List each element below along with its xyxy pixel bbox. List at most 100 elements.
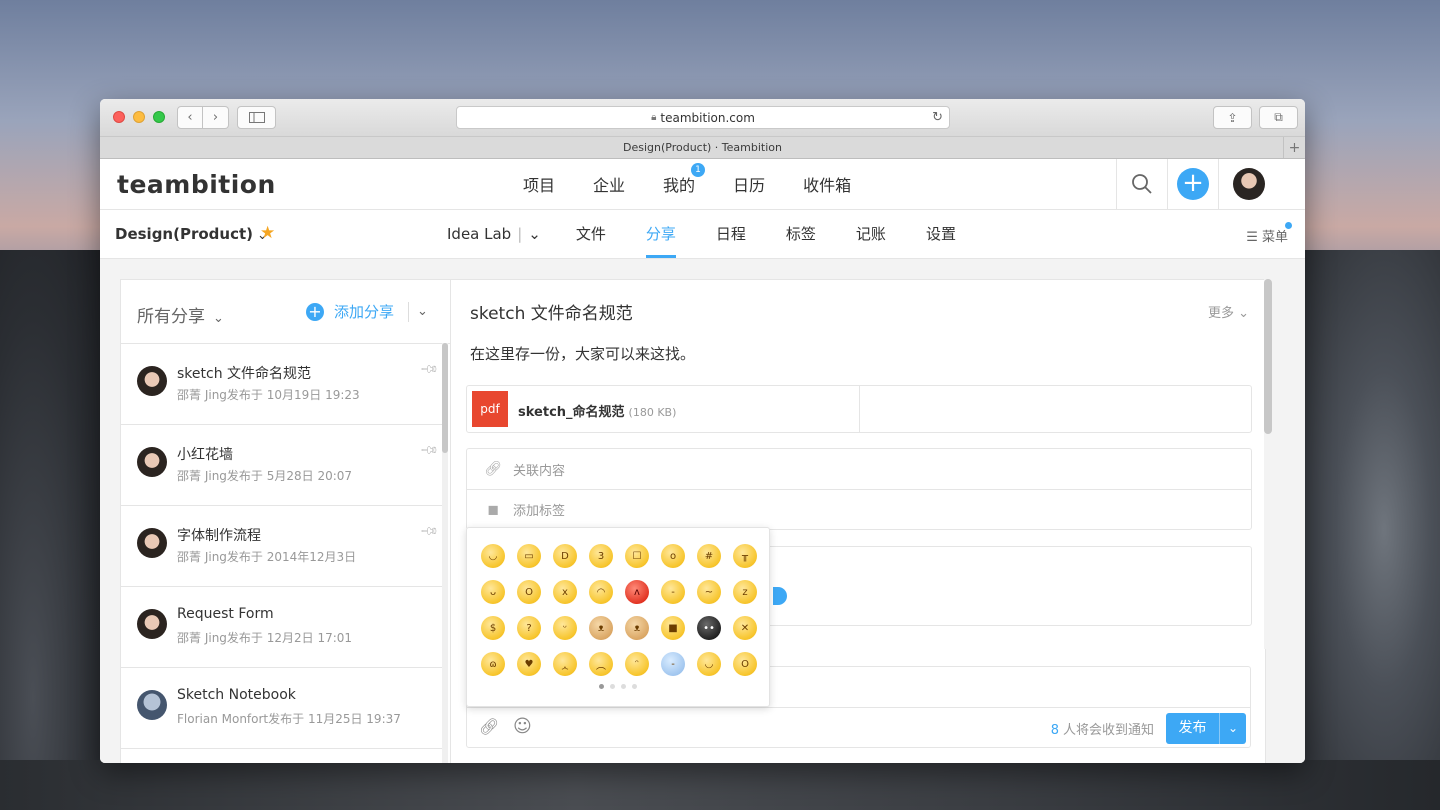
paperclip-icon[interactable]: 🔗︎ xyxy=(479,717,499,736)
emoji-relieved[interactable]: ◡ xyxy=(691,646,727,682)
project-switcher[interactable]: Design(Product) ⌄ xyxy=(115,225,268,243)
chevron-down-icon[interactable]: ⌄ xyxy=(1219,713,1246,744)
emoji-zipped[interactable]: # xyxy=(691,538,727,574)
star-icon[interactable]: ★ xyxy=(260,223,275,243)
list-item[interactable]: 字体制作流程 邵菁 Jing发布于 2014年12月3日 📌︎ xyxy=(121,506,443,587)
list-item[interactable]: sketch 文件命名规范 邵菁 Jing发布于 10月19日 19:23 📌︎ xyxy=(121,344,443,425)
tag-icon: ◼ xyxy=(487,501,499,518)
reload-icon[interactable]: ↻ xyxy=(932,110,943,125)
list-item[interactable]: Request Form 邵菁 Jing发布于 12月2日 17:01 xyxy=(121,587,443,668)
tab-schedule[interactable]: 日程 xyxy=(716,210,746,258)
project-tabs: Idea Lab | ⌄ 文件 分享 日程 标签 记账 设置 xyxy=(447,210,996,258)
emoji-doge[interactable]: ᴥ xyxy=(583,610,619,646)
nav-item-enterprise[interactable]: 企业 xyxy=(593,172,625,196)
pin-icon[interactable]: 📌︎ xyxy=(419,359,440,380)
minimize-window-button[interactable] xyxy=(133,111,145,123)
emoji-kiss[interactable]: 3 xyxy=(583,538,619,574)
chevron-down-icon: ⌄ xyxy=(1238,306,1249,321)
search-button[interactable] xyxy=(1116,159,1167,209)
emoji-hug[interactable]: ɷ xyxy=(475,646,511,682)
emoji-shy[interactable]: ᵔ xyxy=(619,646,655,682)
emoji-cold[interactable]: - xyxy=(655,646,691,682)
emoji-page-dot[interactable] xyxy=(599,684,604,689)
emoji-shush[interactable]: ☐ xyxy=(619,538,655,574)
emoji-money[interactable]: $ xyxy=(475,610,511,646)
back-button[interactable]: ‹ xyxy=(177,106,203,129)
new-tab-button[interactable]: + xyxy=(1283,137,1305,158)
emoji-yawn[interactable]: O xyxy=(727,646,763,682)
emoji-pout[interactable]: ~ xyxy=(691,574,727,610)
list-item[interactable]: Sketch Notebook Florian Monfort发布于 11月25… xyxy=(121,668,443,749)
zoom-window-button[interactable] xyxy=(153,111,165,123)
detail-scrollbar[interactable] xyxy=(1264,279,1272,649)
tab-files[interactable]: 文件 xyxy=(576,210,606,258)
nav-item-projects[interactable]: 项目 xyxy=(523,172,555,196)
emoji-sad[interactable]: ︵ xyxy=(583,646,619,682)
emoji-facepalm[interactable]: ᆺ xyxy=(547,646,583,682)
tab-tags[interactable]: 标签 xyxy=(786,210,816,258)
emoji-yum[interactable]: ᴗ xyxy=(475,574,511,610)
scrollbar-thumb[interactable] xyxy=(442,343,448,453)
emoji-cat[interactable]: ᴥ xyxy=(619,610,655,646)
forward-button[interactable]: › xyxy=(203,106,229,129)
emoji-page-dot[interactable] xyxy=(632,684,637,689)
nav-item-mine[interactable]: 我的 1 xyxy=(663,163,706,196)
scrollbar-thumb[interactable] xyxy=(1264,279,1272,434)
app-logo[interactable]: teambition xyxy=(117,170,276,199)
emoji-panda[interactable]: •• xyxy=(691,610,727,646)
emoji-page-dot[interactable] xyxy=(621,684,626,689)
shares-list-scrollbar[interactable] xyxy=(442,343,448,763)
nav-item-calendar[interactable]: 日历 xyxy=(733,172,765,196)
tab-shares[interactable]: 分享 xyxy=(645,210,676,258)
emoji-smile[interactable]: ◡ xyxy=(475,538,511,574)
emoji-scream[interactable]: O xyxy=(511,574,547,610)
emoji-laugh[interactable]: D xyxy=(547,538,583,574)
share-button[interactable]: ⇪ xyxy=(1213,106,1252,129)
add-tag-row[interactable]: ◼ 添加标签 xyxy=(467,489,1251,529)
emoji-angry[interactable]: ʌ xyxy=(619,574,655,610)
close-window-button[interactable] xyxy=(113,111,125,123)
post-body: 在这里存一份，大家可以来这找。 xyxy=(470,345,696,363)
emoji-blush[interactable]: ◠ xyxy=(583,574,619,610)
related-content-row[interactable]: 🔗︎ 关联内容 xyxy=(467,449,1251,489)
emoji-page-dot[interactable] xyxy=(610,684,615,689)
add-share-dropdown[interactable]: ⌄ xyxy=(408,302,428,322)
pin-icon[interactable]: 📌︎ xyxy=(419,521,440,542)
address-bar[interactable]: 🔒︎ teambition.com ↻ xyxy=(456,106,950,129)
nav-item-inbox[interactable]: 收件箱 xyxy=(803,172,851,196)
tab-idea-lab[interactable]: Idea Lab | ⌄ xyxy=(447,210,541,258)
notify-count[interactable]: 8 人将会收到通知 xyxy=(1051,719,1154,738)
pin-icon[interactable]: 📌︎ xyxy=(419,440,440,461)
emoji-sleepy[interactable]: z xyxy=(727,574,763,610)
laugh-icon: D xyxy=(553,544,577,568)
sidebar-toggle-button[interactable] xyxy=(237,106,276,129)
shares-filter[interactable]: 所有分享 ⌄ xyxy=(137,302,224,327)
create-button[interactable]: + xyxy=(1167,159,1218,209)
cool-icon: ■ xyxy=(661,616,685,640)
emoji-cool[interactable]: ■ xyxy=(655,610,691,646)
add-share-button[interactable]: + 添加分享 xyxy=(306,301,394,322)
emoji-dizzy[interactable]: x xyxy=(547,574,583,610)
more-button[interactable]: 更多 ⌄ xyxy=(1208,302,1249,321)
emoji-grin[interactable]: ▭ xyxy=(511,538,547,574)
tab-bookkeeping[interactable]: 记账 xyxy=(856,210,886,258)
attachment-card[interactable]: pdf sketch_命名规范 (180 KB) xyxy=(466,385,1252,433)
emoji-sweat[interactable]: - xyxy=(655,574,691,610)
emoji-joy[interactable]: ᵕ xyxy=(547,610,583,646)
menu-button[interactable]: ☰ 菜单 xyxy=(1246,226,1288,245)
user-avatar-button[interactable] xyxy=(1218,159,1278,209)
emoji-icon[interactable]: ☺ xyxy=(513,716,532,737)
chevron-down-icon[interactable]: ⌄ xyxy=(528,225,541,243)
browser-tab[interactable]: Design(Product) · Teambition + xyxy=(100,137,1305,159)
list-item[interactable]: 小红花墙 邵菁 Jing发布于 5月28日 20:07 📌︎ xyxy=(121,425,443,506)
lock-icon: 🔒︎ xyxy=(651,112,657,123)
emoji-lock[interactable]: ✕ xyxy=(727,610,763,646)
emoji-cry[interactable]: ╥ xyxy=(727,538,763,574)
share-meta: 邵菁 Jing发布于 10月19日 19:23 xyxy=(177,388,360,402)
emoji-love[interactable]: ♥ xyxy=(511,646,547,682)
publish-button[interactable]: 发布 ⌄ xyxy=(1166,713,1246,744)
show-tabs-button[interactable]: ⧉ xyxy=(1259,106,1298,129)
tab-settings[interactable]: 设置 xyxy=(926,210,956,258)
emoji-think[interactable]: ? xyxy=(511,610,547,646)
emoji-wow[interactable]: o xyxy=(655,538,691,574)
